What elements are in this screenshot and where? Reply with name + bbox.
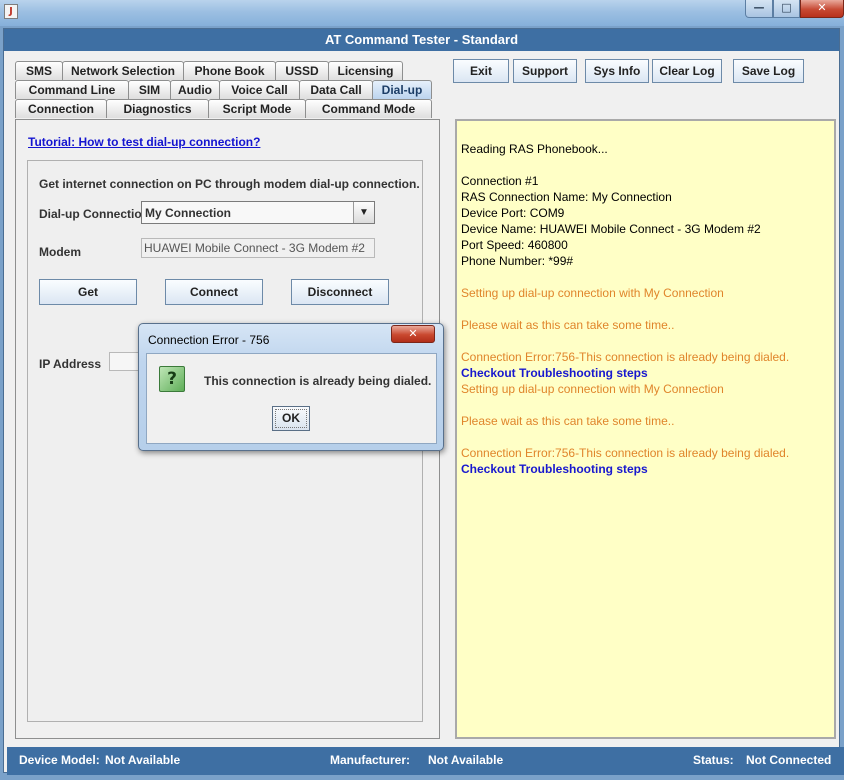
tab-sms[interactable]: SMS	[15, 61, 63, 80]
log-line: Setting up dial-up connection with My Co…	[461, 286, 724, 300]
dialog-body: ? This connection is already being diale…	[146, 353, 437, 444]
log-line: Connection Error:756-This connection is …	[461, 446, 790, 460]
support-button[interactable]: Support	[513, 59, 577, 83]
tab-row-2: Command Line SIM Audio Voice Call Data C…	[15, 80, 432, 99]
app-title: AT Command Tester - Standard	[4, 29, 839, 51]
log-line: Setting up dial-up connection with My Co…	[461, 382, 724, 396]
tutorial-link[interactable]: Tutorial: How to test dial-up connection…	[28, 135, 260, 149]
sys-info-button[interactable]: Sys Info	[585, 59, 649, 83]
tab-dial-up[interactable]: Dial-up	[372, 80, 432, 99]
tab-ussd[interactable]: USSD	[275, 61, 329, 80]
tab-connection[interactable]: Connection	[15, 99, 107, 118]
log-line: Please wait as this can take some time..	[461, 318, 675, 332]
log-line: Reading RAS Phonebook...	[461, 142, 608, 156]
disconnect-button[interactable]: Disconnect	[291, 279, 389, 305]
connection-error-dialog: Connection Error - 756 ✕ ? This connecti…	[138, 323, 444, 451]
dialog-close-icon[interactable]: ✕	[391, 325, 435, 343]
chevron-down-icon[interactable]: ▼	[353, 202, 374, 223]
tab-network-selection[interactable]: Network Selection	[62, 61, 184, 80]
java-app-icon: J	[4, 4, 18, 19]
device-model-value: Not Available	[105, 753, 181, 767]
save-log-button[interactable]: Save Log	[733, 59, 804, 83]
log-line: Please wait as this can take some time..	[461, 414, 675, 428]
device-model-label: Device Model:	[19, 753, 100, 767]
status-label: Status:	[693, 753, 734, 767]
tab-data-call[interactable]: Data Call	[299, 80, 373, 99]
tab-row-3: Connection Diagnostics Script Mode Comma…	[15, 99, 432, 118]
tab-licensing[interactable]: Licensing	[328, 61, 403, 80]
status-value: Not Connected	[746, 753, 832, 767]
manufacturer-value: Not Available	[428, 753, 504, 767]
troubleshooting-link[interactable]: Checkout Troubleshooting steps	[461, 461, 834, 477]
log-line: Device Name: HUAWEI Mobile Connect - 3G …	[461, 222, 761, 236]
tab-row-1: SMS Network Selection Phone Book USSD Li…	[15, 61, 403, 80]
window-titlebar: J — □ ✕	[0, 0, 844, 26]
connect-button[interactable]: Connect	[165, 279, 263, 305]
status-bar: Device Model: Not Available Manufacturer…	[7, 747, 844, 775]
dialup-connection-select[interactable]: My Connection ▼	[141, 201, 375, 224]
tab-sim[interactable]: SIM	[128, 80, 171, 99]
close-icon[interactable]: ✕	[800, 0, 844, 18]
manufacturer-label: Manufacturer:	[330, 753, 411, 767]
dialup-description: Get internet connection on PC through mo…	[39, 177, 420, 191]
ip-address-label: IP Address	[39, 357, 102, 371]
tab-audio[interactable]: Audio	[170, 80, 220, 99]
clear-log-button[interactable]: Clear Log	[652, 59, 722, 83]
log-line: Phone Number: *99#	[461, 254, 574, 268]
dialup-connection-value: My Connection	[145, 206, 231, 220]
dialup-connection-label: Dial-up Connection	[39, 207, 149, 221]
exit-button[interactable]: Exit	[453, 59, 509, 83]
log-line: Port Speed: 460800	[461, 238, 568, 252]
log-line: Device Port: COM9	[461, 206, 565, 220]
ip-address-field[interactable]	[109, 352, 139, 371]
tab-voice-call[interactable]: Voice Call	[219, 80, 300, 99]
troubleshooting-link[interactable]: Checkout Troubleshooting steps	[461, 365, 834, 381]
dialog-message: This connection is already being dialed.	[204, 374, 432, 388]
log-line: Connection #1	[461, 174, 539, 188]
dialog-title: Connection Error - 756	[148, 333, 270, 347]
maximize-icon[interactable]: □	[773, 0, 800, 18]
tab-phone-book[interactable]: Phone Book	[183, 61, 276, 80]
tab-command-mode[interactable]: Command Mode	[305, 99, 432, 118]
get-button[interactable]: Get	[39, 279, 137, 305]
modem-field[interactable]: HUAWEI Mobile Connect - 3G Modem #2	[141, 238, 375, 258]
tab-diagnostics[interactable]: Diagnostics	[106, 99, 209, 118]
question-icon: ?	[159, 366, 185, 392]
log-line: Connection Error:756-This connection is …	[461, 350, 790, 364]
tab-script-mode[interactable]: Script Mode	[208, 99, 306, 118]
log-panel[interactable]: Reading RAS Phonebook... Connection #1 RAS…	[455, 119, 836, 739]
tab-command-line[interactable]: Command Line	[15, 80, 129, 99]
minimize-icon[interactable]: —	[745, 0, 773, 18]
modem-label: Modem	[39, 245, 81, 259]
ok-button[interactable]: OK	[272, 406, 310, 431]
log-line: RAS Connection Name: My Connection	[461, 190, 672, 204]
